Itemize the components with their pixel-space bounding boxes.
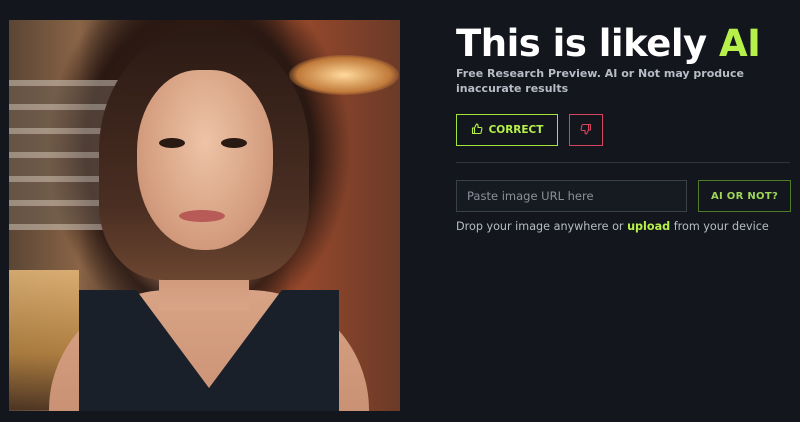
drop-suffix: from your device [673,220,769,233]
correct-button[interactable]: CORRECT [456,114,558,146]
drop-prefix: Drop your image anywhere or [456,220,624,233]
result-title: This is likely AI [456,22,761,65]
result-title-prefix: This is likely [456,22,707,65]
thumbs-up-icon [471,122,483,138]
portrait-eye-left [159,138,185,148]
upload-link[interactable]: upload [627,220,670,233]
portrait-lips [179,210,225,222]
section-divider [456,162,790,163]
portrait-face [137,70,273,250]
portrait-eye-right [221,138,247,148]
drop-instructions: Drop your image anywhere or upload from … [456,220,769,233]
result-verdict: AI [719,22,761,65]
background-lamp [289,55,399,95]
ai-or-not-button[interactable]: AI OR NOT? [698,180,791,212]
disclaimer-text: Free Research Preview. AI or Not may pro… [456,67,744,95]
analyzed-image [9,20,400,411]
thumbs-down-icon [580,123,592,138]
incorrect-button[interactable] [569,114,603,146]
image-url-input[interactable] [456,180,687,212]
correct-button-label: CORRECT [488,124,544,136]
